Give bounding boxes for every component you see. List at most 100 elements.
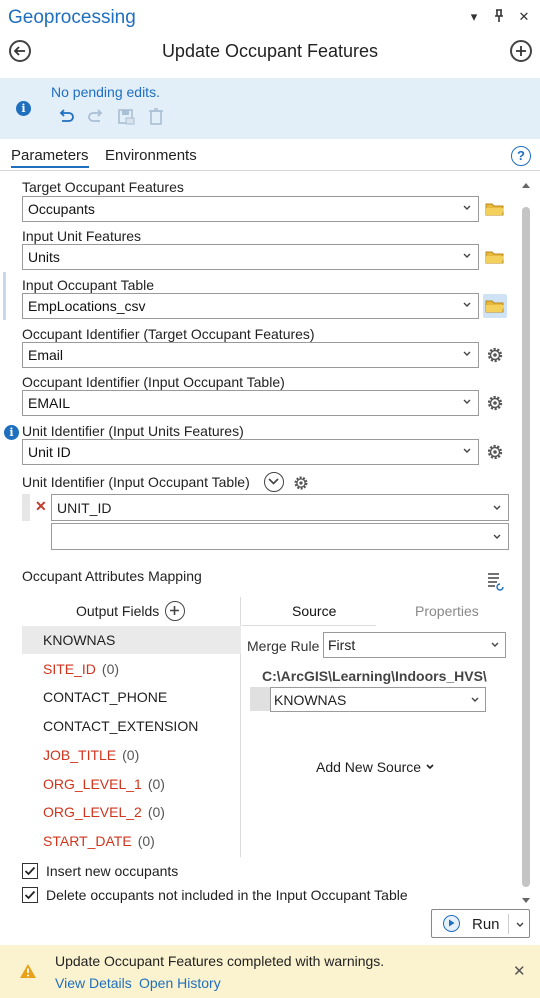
chevron-down-icon — [463, 205, 471, 210]
output-field-row[interactable]: JOB_TITLE (0) — [22, 741, 241, 769]
mapping-options-button[interactable] — [486, 571, 506, 591]
delete-not-included-checkbox[interactable] — [22, 887, 38, 903]
attributes-mapping-panel: Output Fields KNOWNAS SITE_ID (0) CONTACT_P… — [22, 597, 510, 857]
target-occupant-features-combo[interactable]: Occupants — [22, 196, 479, 222]
plus-icon — [516, 46, 526, 56]
undo-icon[interactable] — [56, 107, 76, 127]
folder-icon — [485, 251, 504, 264]
unit-identifier-units-combo[interactable]: Unit ID — [22, 439, 479, 465]
target-occupant-features-label: Target Occupant Features — [22, 179, 184, 195]
add-new-source-button[interactable]: Add New Source — [316, 759, 435, 775]
unit-identifier-table-settings-button[interactable] — [290, 472, 312, 494]
tool-tabs: Parameters Environments ? — [0, 143, 540, 171]
close-icon[interactable]: ✕ — [518, 9, 530, 26]
chevron-down-icon — [493, 534, 501, 539]
remove-value-icon[interactable]: ✕ — [35, 498, 47, 515]
pin-icon[interactable] — [493, 9, 505, 26]
tab-parameters[interactable]: Parameters — [11, 147, 89, 168]
scroll-thumb[interactable] — [522, 207, 530, 887]
source-row-handle[interactable] — [250, 687, 270, 711]
pane-options-icon[interactable]: ▾ — [468, 9, 480, 26]
run-button[interactable]: Run — [431, 909, 530, 938]
save-edits-icon[interactable] — [116, 107, 136, 127]
output-field-row[interactable]: SITE_ID (0) — [22, 655, 241, 683]
browse-target-occupant-features-button[interactable] — [483, 197, 507, 221]
redo-icon[interactable] — [86, 107, 106, 127]
tab-divider — [242, 625, 376, 626]
add-new-source-label: Add New Source — [316, 759, 422, 775]
occupant-identifier-input-value: EMAIL — [28, 395, 71, 411]
add-button[interactable] — [510, 40, 532, 62]
chevron-down-icon[interactable] — [515, 920, 525, 930]
unit-identifier-units-settings-button[interactable] — [483, 440, 507, 464]
scroll-down-icon[interactable] — [521, 897, 531, 905]
occupant-identifier-input-combo[interactable]: EMAIL — [22, 390, 479, 416]
unit-identifier-table-empty-combo[interactable] — [51, 523, 509, 550]
help-icon[interactable]: ? — [511, 146, 531, 166]
run-icon — [443, 915, 460, 932]
output-field-label: ORG_LEVEL_1 — [43, 775, 142, 792]
target-occupant-features-value: Occupants — [28, 201, 95, 217]
parameter-info-icon[interactable]: i — [4, 425, 19, 440]
scroll-up-icon[interactable] — [521, 181, 531, 189]
folder-icon — [485, 203, 504, 216]
output-fields-header: Output Fields — [76, 603, 160, 619]
merge-rule-combo[interactable]: First — [323, 632, 506, 658]
unit-identifier-table-row — [22, 523, 509, 550]
insert-new-occupants-checkbox[interactable] — [22, 863, 38, 879]
tab-source[interactable]: Source — [292, 603, 336, 619]
occupant-identifier-target-settings-button[interactable] — [483, 343, 507, 367]
chevron-down-icon — [463, 302, 471, 307]
add-output-field-button[interactable] — [165, 601, 185, 621]
attributes-mapping-label: Occupant Attributes Mapping — [22, 568, 202, 584]
chevron-down-icon — [426, 764, 434, 770]
merge-rule-value: First — [328, 637, 356, 653]
view-details-link[interactable]: View Details — [55, 975, 132, 991]
unit-identifier-units-label: Unit Identifier (Input Units Features) — [22, 423, 244, 439]
output-field-row[interactable]: KNOWNAS — [22, 626, 241, 654]
occupant-identifier-input-settings-button[interactable] — [483, 391, 507, 415]
tool-title: Update Occupant Features — [161, 41, 379, 61]
output-field-row[interactable]: START_DATE (0) — [22, 827, 241, 855]
output-field-source-count: (0) — [147, 804, 165, 821]
row-handle[interactable] — [22, 494, 30, 521]
gear-icon — [487, 347, 503, 363]
output-field-label: START_DATE — [43, 832, 132, 849]
occupant-identifier-target-label: Occupant Identifier (Target Occupant Fea… — [22, 326, 315, 342]
browse-input-occupant-table-button[interactable] — [483, 294, 507, 318]
browse-input-unit-features-button[interactable] — [483, 245, 507, 269]
run-label: Run — [472, 916, 500, 933]
parameters-scrollbar[interactable] — [518, 179, 534, 909]
tool-header: Update Occupant Features — [0, 36, 540, 76]
unit-identifier-table-row: ✕ UNIT_ID — [22, 494, 509, 521]
output-field-row[interactable]: ORG_LEVEL_2 (0) — [22, 798, 241, 826]
tab-properties[interactable]: Properties — [415, 603, 479, 619]
edit-toolbar — [56, 107, 166, 127]
tab-environments[interactable]: Environments — [105, 147, 197, 164]
input-occupant-table-combo[interactable]: EmpLocations_csv — [22, 293, 479, 319]
open-history-link[interactable]: Open History — [139, 975, 221, 991]
output-field-row[interactable]: ORG_LEVEL_1 (0) — [22, 770, 241, 798]
output-field-label: CONTACT_PHONE — [43, 689, 168, 706]
list-options-icon — [488, 573, 504, 591]
output-fields-panel: Output Fields KNOWNAS SITE_ID (0) CONTACT_P… — [22, 597, 241, 857]
source-panel: Source Properties Merge Rule First C:\Ar… — [242, 597, 510, 857]
expand-button[interactable] — [264, 472, 284, 492]
gear-icon — [294, 476, 308, 490]
input-unit-features-combo[interactable]: Units — [22, 244, 479, 270]
status-message: Update Occupant Features completed with … — [55, 953, 385, 969]
edit-status-banner: i No pending edits. — [0, 78, 540, 139]
source-field-combo[interactable]: KNOWNAS — [270, 687, 486, 712]
output-field-name: START_DATE (0) — [43, 833, 155, 849]
discard-edits-icon[interactable] — [146, 107, 166, 127]
output-field-source-count: (0) — [137, 832, 155, 849]
unit-identifier-table-combo[interactable]: UNIT_ID — [51, 494, 509, 521]
dismiss-message-icon[interactable]: ✕ — [513, 962, 526, 980]
occupant-identifier-target-combo[interactable]: Email — [22, 342, 479, 368]
output-field-row[interactable]: CONTACT_PHONE — [22, 683, 241, 711]
chevron-down-icon — [463, 448, 471, 453]
output-field-label: SITE_ID — [43, 660, 96, 677]
warning-icon — [20, 964, 36, 978]
output-field-name: KNOWNAS — [43, 632, 115, 648]
output-field-row[interactable]: CONTACT_EXTENSION — [22, 712, 241, 740]
